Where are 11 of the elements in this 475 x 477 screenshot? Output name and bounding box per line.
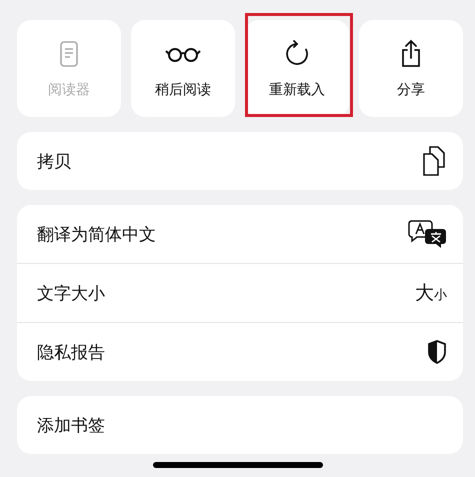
- menu-row[interactable]: 隐私报告: [17, 322, 463, 381]
- action-tile[interactable]: 稍后阅读: [131, 20, 235, 117]
- menu-row[interactable]: 翻译为简体中文: [17, 205, 463, 263]
- action-tile[interactable]: 分享: [359, 20, 463, 117]
- text-size-label: 大小: [415, 281, 447, 306]
- copy-icon: [421, 145, 447, 177]
- menu-row[interactable]: 拷贝: [17, 132, 463, 190]
- menu-row[interactable]: 文字大小 大小: [17, 263, 463, 322]
- shield-icon: [427, 340, 447, 364]
- translate-icon: [407, 219, 447, 249]
- menu-row[interactable]: 添加书签: [17, 396, 463, 454]
